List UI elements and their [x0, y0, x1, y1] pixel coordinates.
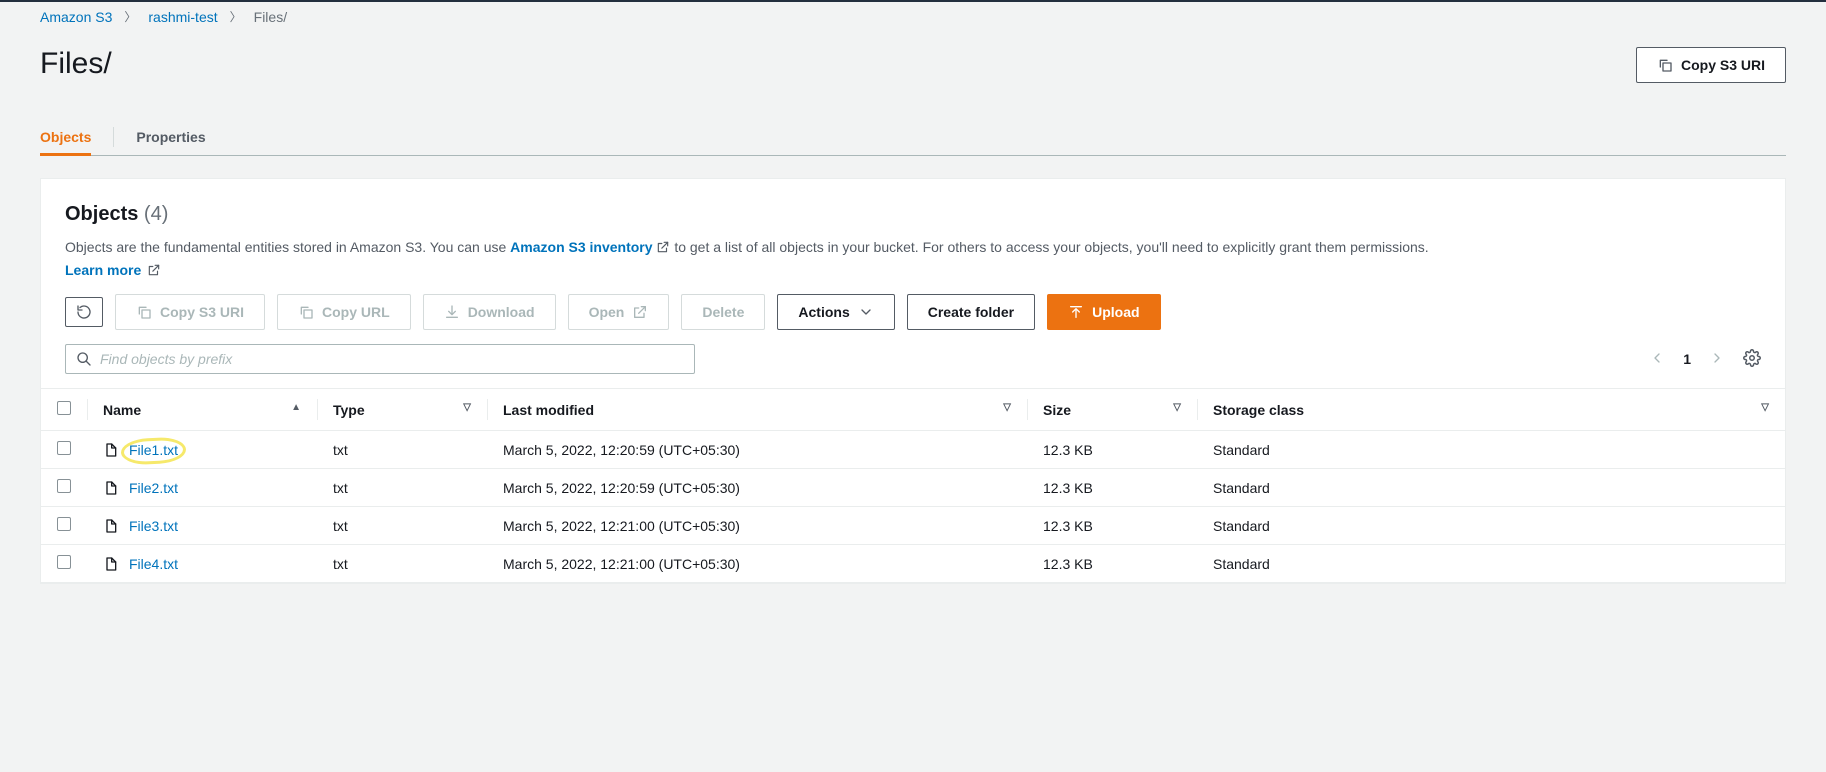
table-row: File1.txt txtMarch 5, 2022, 12:20:59 (UTC…: [41, 431, 1785, 469]
copy-s3-uri-label: Copy S3 URI: [1681, 54, 1765, 76]
object-name-link[interactable]: File3.txt: [129, 518, 178, 534]
object-type: txt: [317, 507, 487, 545]
select-all-checkbox[interactable]: [57, 401, 71, 415]
next-page-button[interactable]: [1709, 350, 1725, 369]
search-icon: [76, 351, 92, 367]
breadcrumb: Amazon S3 〉 rashmi-test 〉 Files/: [40, 2, 1786, 33]
toolbar: Copy S3 URI Copy URL Download Open Delet…: [65, 294, 1761, 330]
copy-icon: [136, 304, 152, 320]
objects-panel: Objects (4) Objects are the fundamental …: [40, 178, 1786, 584]
settings-button[interactable]: [1743, 349, 1761, 370]
sort-icon: ▽: [1761, 402, 1769, 413]
row-checkbox[interactable]: [57, 517, 71, 531]
prev-page-button[interactable]: [1649, 350, 1665, 369]
learn-more-link[interactable]: Learn more: [65, 262, 161, 278]
copy-icon: [298, 304, 314, 320]
object-size: 12.3 KB: [1027, 507, 1197, 545]
object-size: 12.3 KB: [1027, 545, 1197, 583]
column-last-modified[interactable]: Last modified▽: [487, 389, 1027, 431]
gear-icon: [1743, 349, 1761, 367]
object-modified: March 5, 2022, 12:21:00 (UTC+05:30): [487, 507, 1027, 545]
pagination: 1: [1649, 349, 1761, 370]
tab-properties[interactable]: Properties: [136, 119, 205, 155]
sort-icon: ▽: [463, 402, 471, 413]
external-link-icon: [656, 240, 670, 254]
inventory-link[interactable]: Amazon S3 inventory: [510, 239, 670, 255]
file-icon: [103, 480, 119, 496]
page-number: 1: [1683, 351, 1691, 367]
column-size[interactable]: Size▽: [1027, 389, 1197, 431]
table-row: File3.txt txtMarch 5, 2022, 12:21:00 (UTC…: [41, 507, 1785, 545]
table-row: File2.txt txtMarch 5, 2022, 12:20:59 (UTC…: [41, 469, 1785, 507]
search-input[interactable]: [100, 351, 684, 367]
chevron-left-icon: [1649, 350, 1665, 366]
row-checkbox[interactable]: [57, 441, 71, 455]
copy-s3-uri-toolbar-button[interactable]: Copy S3 URI: [115, 294, 265, 330]
row-checkbox[interactable]: [57, 479, 71, 493]
chevron-right-icon: 〉: [230, 8, 242, 25]
open-button[interactable]: Open: [568, 294, 670, 330]
object-modified: March 5, 2022, 12:20:59 (UTC+05:30): [487, 469, 1027, 507]
download-icon: [444, 304, 460, 320]
sort-icon: ▽: [1003, 402, 1011, 413]
tab-objects[interactable]: Objects: [40, 119, 91, 155]
objects-table: Name▲ Type▽ Last modified▽ Size▽ Storage…: [41, 388, 1785, 583]
object-size: 12.3 KB: [1027, 469, 1197, 507]
table-row: File4.txt txtMarch 5, 2022, 12:21:00 (UTC…: [41, 545, 1785, 583]
object-storage: Standard: [1197, 507, 1785, 545]
upload-icon: [1068, 304, 1084, 320]
sort-icon: ▽: [1173, 402, 1181, 413]
object-type: txt: [317, 469, 487, 507]
chevron-right-icon: [1709, 350, 1725, 366]
copy-url-button[interactable]: Copy URL: [277, 294, 411, 330]
column-type[interactable]: Type▽: [317, 389, 487, 431]
column-storage-class[interactable]: Storage class▽: [1197, 389, 1785, 431]
object-storage: Standard: [1197, 431, 1785, 469]
refresh-button[interactable]: [65, 297, 103, 327]
delete-button[interactable]: Delete: [681, 294, 765, 330]
breadcrumb-item[interactable]: rashmi-test: [148, 9, 217, 25]
object-storage: Standard: [1197, 469, 1785, 507]
panel-heading: Objects (4): [65, 203, 1761, 226]
copy-s3-uri-button[interactable]: Copy S3 URI: [1636, 47, 1786, 83]
external-link-icon: [147, 263, 161, 277]
column-name[interactable]: Name▲: [87, 389, 317, 431]
object-type: txt: [317, 431, 487, 469]
file-icon: [103, 518, 119, 534]
chevron-right-icon: 〉: [124, 8, 136, 25]
object-count: (4): [144, 203, 168, 225]
object-modified: March 5, 2022, 12:20:59 (UTC+05:30): [487, 431, 1027, 469]
create-folder-button[interactable]: Create folder: [907, 294, 1035, 330]
upload-button[interactable]: Upload: [1047, 294, 1160, 330]
object-name-link[interactable]: File2.txt: [129, 480, 178, 496]
breadcrumb-item: Files/: [254, 9, 287, 25]
panel-description: Objects are the fundamental entities sto…: [65, 236, 1761, 258]
object-size: 12.3 KB: [1027, 431, 1197, 469]
file-icon: [103, 442, 119, 458]
breadcrumb-item[interactable]: Amazon S3: [40, 9, 112, 25]
row-checkbox[interactable]: [57, 555, 71, 569]
download-button[interactable]: Download: [423, 294, 556, 330]
tabs: Objects Properties: [40, 119, 1786, 156]
sort-asc-icon: ▲: [291, 402, 301, 413]
object-type: txt: [317, 545, 487, 583]
file-icon: [103, 556, 119, 572]
refresh-icon: [76, 304, 92, 320]
actions-dropdown[interactable]: Actions: [777, 294, 894, 330]
page-title: Files/: [40, 47, 112, 81]
caret-down-icon: [858, 304, 874, 320]
search-input-wrapper[interactable]: [65, 344, 695, 374]
external-link-icon: [632, 304, 648, 320]
object-modified: March 5, 2022, 12:21:00 (UTC+05:30): [487, 545, 1027, 583]
object-name-link[interactable]: File1.txt: [129, 442, 178, 458]
object-name-link[interactable]: File4.txt: [129, 556, 178, 572]
object-storage: Standard: [1197, 545, 1785, 583]
copy-icon: [1657, 57, 1673, 73]
